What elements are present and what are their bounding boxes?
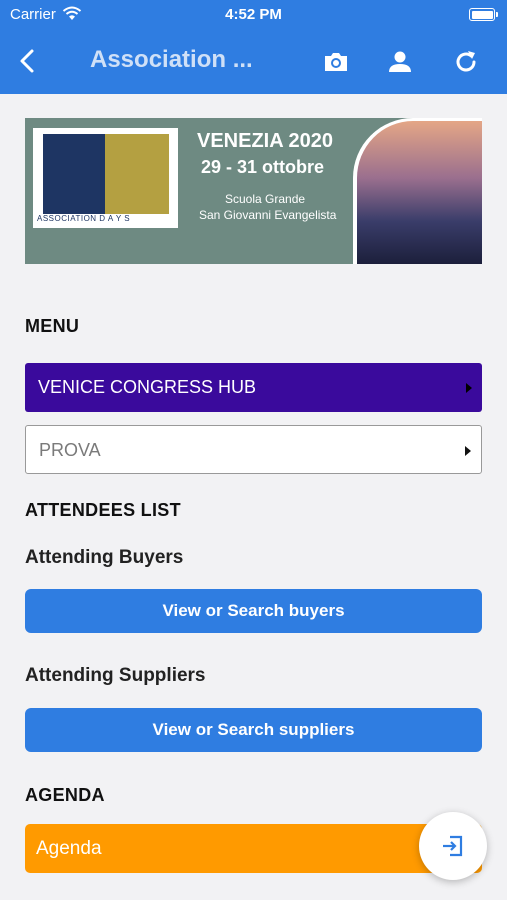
status-bar: Carrier 4:52 PM <box>0 0 507 30</box>
menu-item-label: VENICE CONGRESS HUB <box>38 377 257 397</box>
view-suppliers-button[interactable]: View or Search suppliers <box>25 708 482 752</box>
navigation-bar: Association ... <box>0 30 507 94</box>
person-icon <box>389 51 411 72</box>
logout-icon <box>443 835 463 857</box>
chevron-left-icon <box>20 49 34 73</box>
profile-button[interactable] <box>385 47 415 77</box>
attendees-heading: ATTENDEES LIST <box>25 500 181 520</box>
back-button[interactable] <box>16 46 42 76</box>
logout-fab[interactable] <box>419 812 487 880</box>
agenda-heading: AGENDA <box>25 785 105 805</box>
refresh-icon <box>456 51 476 72</box>
menu-item-prova[interactable]: PROVA <box>25 425 482 474</box>
caret-right-icon <box>465 446 471 456</box>
camera-icon <box>325 53 347 71</box>
refresh-button[interactable] <box>451 47 481 77</box>
attending-suppliers-title: Attending Suppliers <box>25 665 206 686</box>
menu-heading: MENU <box>25 316 80 336</box>
menu-item-label: PROVA <box>39 440 101 460</box>
association-days-logo: ASSOCIATION D A Y S <box>33 128 178 228</box>
agenda-button[interactable]: Agenda <box>25 824 482 873</box>
view-buyers-button[interactable]: View or Search buyers <box>25 589 482 633</box>
caret-right-icon <box>466 383 472 393</box>
event-banner: ASSOCIATION D A Y S VENEZIA 2020 29 - 31… <box>25 118 482 264</box>
venice-photo <box>353 118 482 264</box>
banner-venue-line1: Scuola Grande <box>225 192 306 206</box>
banner-title: VENEZIA 2020 <box>197 130 333 152</box>
menu-item-venice-congress-hub[interactable]: VENICE CONGRESS HUB <box>25 363 482 412</box>
page-title: Association ... <box>90 46 253 73</box>
camera-button[interactable] <box>321 47 351 77</box>
banner-dates: 29 - 31 ottobre <box>201 157 325 177</box>
status-time: 4:52 PM <box>225 6 282 23</box>
battery-icon <box>469 8 498 21</box>
main-content: ASSOCIATION D A Y S VENEZIA 2020 29 - 31… <box>0 94 507 900</box>
attending-buyers-title: Attending Buyers <box>25 547 184 568</box>
banner-venue-line2: San Giovanni Evangelista <box>199 208 337 222</box>
logo-text: ASSOCIATION D A Y S <box>37 214 131 223</box>
